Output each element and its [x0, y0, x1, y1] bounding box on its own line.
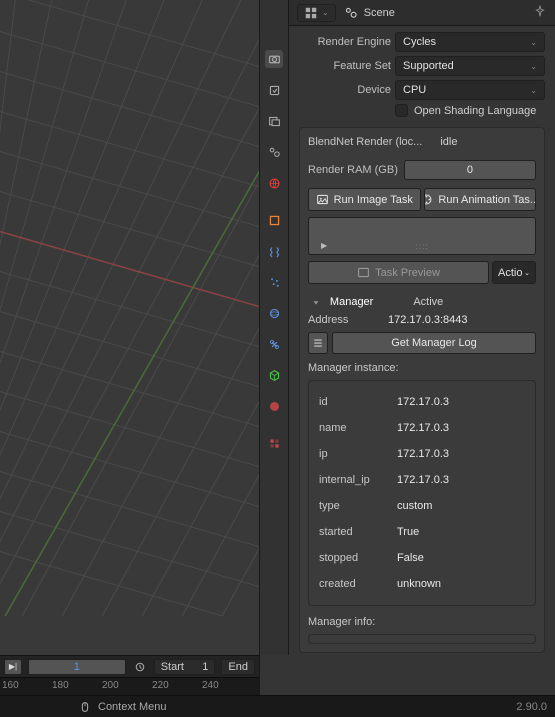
table-row: startedTrue — [319, 519, 525, 545]
viewport-3d[interactable] — [0, 0, 259, 655]
status-bar: Context Menu 2.90.0 — [0, 695, 555, 717]
address-value: 172.17.0.3:8443 — [388, 314, 468, 326]
context-menu-label: Context Menu — [98, 701, 166, 713]
grid-floor — [0, 0, 259, 616]
table-row: id172.17.0.3 — [319, 389, 525, 415]
timeline-ruler[interactable]: 160 180 200 220 240 — [0, 677, 259, 695]
render-engine-dropdown[interactable]: Cycles⌄ — [395, 32, 545, 52]
image-icon — [316, 193, 329, 206]
properties-tabs — [259, 0, 289, 655]
version-label: 2.90.0 — [516, 701, 547, 713]
task-preview-button[interactable]: Task Preview — [308, 261, 489, 284]
ram-label: Render RAM (GB) — [308, 164, 398, 176]
tab-physics[interactable] — [265, 304, 283, 322]
blendnet-title: BlendNet Render (loc... — [308, 136, 422, 148]
actions-dropdown[interactable]: Actio⌄ — [492, 261, 536, 284]
collapse-icon[interactable]: ▼ — [312, 299, 320, 305]
grip-icon: :::: — [416, 242, 429, 251]
list-icon — [312, 337, 324, 349]
tab-render[interactable] — [265, 50, 283, 68]
tab-constraints[interactable] — [265, 335, 283, 353]
tab-object[interactable] — [265, 211, 283, 229]
table-row: stoppedFalse — [319, 545, 525, 571]
preview-icon — [357, 266, 370, 279]
table-row: internal_ip172.17.0.3 — [319, 467, 525, 493]
table-row: createdunknown — [319, 571, 525, 597]
osl-checkbox[interactable] — [395, 104, 408, 117]
scene-name: Scene — [364, 7, 395, 19]
jump-end-button[interactable]: ▶| — [4, 659, 22, 675]
pin-toggle[interactable] — [533, 4, 547, 21]
table-row: name172.17.0.3 — [319, 415, 525, 441]
tab-particles[interactable] — [265, 273, 283, 291]
run-image-button[interactable]: Run Image Task — [308, 188, 421, 211]
timeline-header: ▶| 1 Start 1 End — [0, 655, 259, 677]
manager-info-label: Manager info: — [308, 616, 536, 628]
run-animation-button[interactable]: Run Animation Tas... — [424, 188, 537, 211]
current-frame-input[interactable]: 1 — [28, 659, 126, 675]
tab-scene[interactable] — [265, 143, 283, 161]
featureset-dropdown[interactable]: Supported⌄ — [395, 56, 545, 76]
table-row: ip172.17.0.3 — [319, 441, 525, 467]
keying-icon[interactable] — [132, 661, 148, 673]
start-frame-input[interactable]: Start 1 — [154, 659, 216, 675]
scene-icon — [344, 6, 358, 20]
tab-viewlayer[interactable] — [265, 112, 283, 130]
properties-icon — [304, 6, 318, 20]
tab-data[interactable] — [265, 366, 283, 384]
manager-active: Active — [413, 296, 443, 308]
manager-section-label: Manager — [330, 296, 373, 308]
manager-instance-label: Manager instance: — [308, 362, 536, 374]
device-dropdown[interactable]: CPU⌄ — [395, 80, 545, 100]
log-icon-button[interactable] — [308, 332, 328, 354]
properties-panel: ⌄ Scene Render Engine Cycles⌄ — [289, 0, 555, 655]
blendnet-status: idle — [440, 136, 457, 154]
task-list[interactable]: ▶ :::: — [308, 217, 536, 255]
tab-modifiers[interactable] — [265, 242, 283, 260]
tab-texture[interactable] — [265, 434, 283, 452]
tab-output[interactable] — [265, 81, 283, 99]
tab-material[interactable] — [265, 397, 283, 415]
osl-label: Open Shading Language — [414, 105, 536, 117]
blendnet-panel: BlendNet Render (loc... idle Render RAM … — [299, 127, 545, 653]
manager-info-table — [308, 634, 536, 644]
ram-input[interactable]: 0 — [404, 160, 536, 180]
pin-icon — [533, 4, 547, 18]
get-manager-log-button[interactable]: Get Manager Log — [332, 332, 536, 354]
expand-icon: ▶ — [321, 241, 327, 250]
address-label: Address — [308, 314, 388, 326]
render-engine-label: Render Engine — [299, 36, 391, 48]
panel-header: ⌄ Scene — [289, 0, 555, 26]
y-axis — [0, 0, 259, 616]
table-row: typecustom — [319, 493, 525, 519]
manager-instance-table: id172.17.0.3 name172.17.0.3 ip172.17.0.3… — [308, 380, 536, 606]
device-label: Device — [299, 84, 391, 96]
mouse-icon — [78, 700, 92, 714]
tab-world[interactable] — [265, 174, 283, 192]
film-icon — [424, 193, 434, 206]
editor-type-dropdown[interactable]: ⌄ — [297, 4, 336, 22]
featureset-label: Feature Set — [299, 60, 391, 72]
end-frame-input[interactable]: End — [221, 659, 255, 675]
